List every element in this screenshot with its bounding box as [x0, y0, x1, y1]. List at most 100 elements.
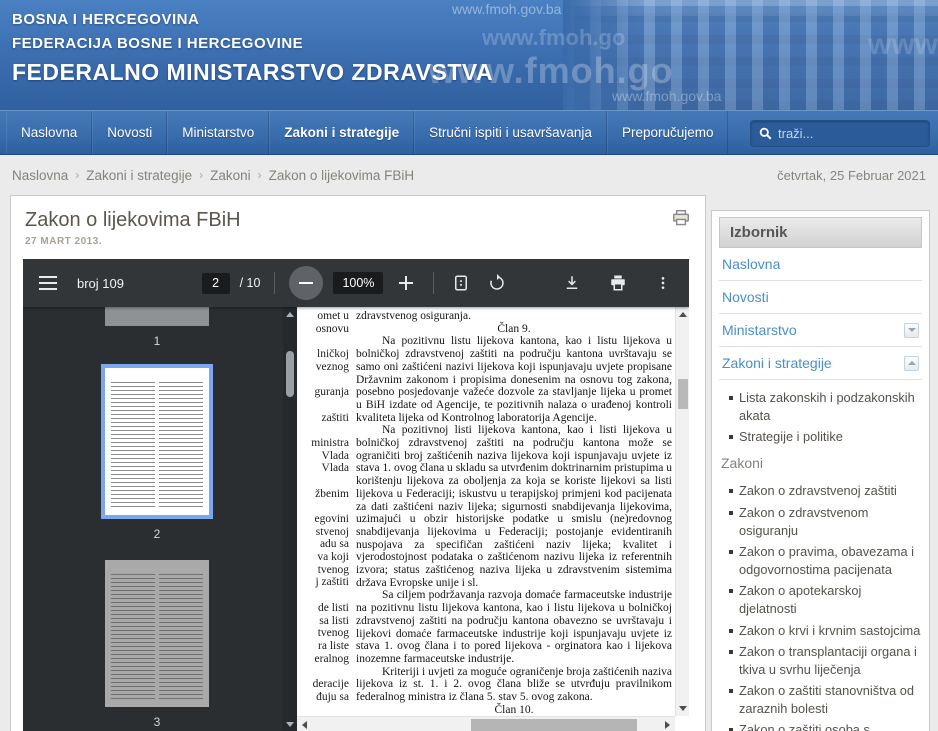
thumbnail-label: 3 — [105, 715, 209, 729]
chevron-up-icon — [908, 361, 916, 365]
nav-item-naslovna[interactable]: Naslovna — [6, 111, 92, 154]
pdf-left-column-fragment: stvenoj — [297, 526, 353, 539]
pdf-document-title: broj 109 — [77, 276, 124, 291]
sidebar-law-link[interactable]: Zakon o zdravstvenoj zaštiti — [727, 482, 922, 500]
pdf-left-column-fragment: ministra — [297, 437, 353, 450]
pdf-zoom-level: 100% — [333, 272, 383, 294]
breadcrumb-zakoni-i-strategije[interactable]: Zakoni i strategije — [86, 168, 192, 183]
site-logo-text: BOSNA I HERCEGOVINA FEDERACIJA BOSNE I H… — [12, 8, 493, 86]
pdf-vertical-scrollbar[interactable] — [675, 307, 689, 716]
search-input[interactable] — [778, 126, 921, 141]
main-navigation: Naslovna Novosti Ministarstvo Zakoni i s… — [0, 110, 938, 155]
header-country-line: BOSNA I HERCEGOVINA — [12, 8, 493, 32]
pdf-thumbnail-page-2-selected[interactable]: 2 — [105, 364, 209, 541]
pdf-article-heading: Član 10. — [356, 704, 672, 717]
sidebar-law-link[interactable]: Zakon o zaštiti osoba s duševnim smetnja… — [727, 721, 922, 731]
pdf-paragraph: Na pozitivnu listu lijekova kantona, kao… — [356, 335, 672, 424]
pdf-left-column-fragment: Vlada — [297, 450, 353, 463]
pdf-left-column-fragment: veznog — [297, 361, 353, 374]
scrollbar-thumb[interactable] — [286, 351, 294, 397]
nav-item-ministarstvo[interactable]: Ministarstvo — [167, 111, 269, 154]
collapse-button[interactable] — [904, 356, 919, 371]
print-article-icon — [672, 210, 690, 226]
scrollbar-thumb[interactable] — [678, 379, 688, 409]
toolbar-divider — [274, 272, 275, 294]
scroll-up-icon[interactable] — [679, 312, 687, 317]
sidebar-law-link[interactable]: Zakon o krvi i krvnim sastojcima — [727, 622, 922, 640]
breadcrumb-separator: › — [258, 168, 262, 182]
thumbnail-label: 1 — [105, 334, 209, 348]
zoom-out-button[interactable] — [289, 266, 323, 300]
scroll-down-icon[interactable] — [286, 722, 294, 727]
print-article-button[interactable] — [671, 210, 691, 228]
pdf-horizontal-scrollbar[interactable] — [297, 716, 675, 731]
download-icon — [563, 274, 581, 292]
breadcrumb-current-page: Zakon o lijekovima FBiH — [269, 168, 415, 183]
pdf-left-column-fragment: ra liste — [297, 640, 353, 653]
sidebar-law-link[interactable]: Zakon o pravima, obavezama i odgovornost… — [727, 543, 922, 579]
sidebar-sub-item[interactable]: Strategije i politike — [727, 428, 922, 446]
pdf-page-total: / 10 — [240, 276, 261, 290]
thumbnail-panel-scrollbar[interactable] — [283, 307, 297, 731]
article-card: Zakon o lijekovima FBiH 27 MART 2013. br… — [10, 195, 706, 731]
zoom-in-button[interactable] — [393, 270, 419, 296]
pdf-menu-button[interactable] — [35, 272, 61, 294]
pdf-article-heading: Član 9. — [356, 323, 672, 336]
sidebar-law-link[interactable]: Zakon o apotekarskoj djelatnosti — [727, 582, 922, 618]
scroll-up-icon[interactable] — [286, 312, 294, 317]
pdf-left-column-fragments: omet uosnovulničkojveznogguranjazaštitim… — [297, 310, 353, 703]
rotate-page-button[interactable] — [484, 270, 510, 296]
nav-item-zakoni-i-strategije[interactable]: Zakoni i strategije — [269, 111, 414, 154]
pdf-print-button[interactable] — [605, 270, 631, 296]
pdf-left-column-fragment: Vlada — [297, 462, 353, 475]
sidebar-law-link[interactable]: Zakon o transplantaciji organa i tkiva u… — [727, 643, 922, 679]
pdf-thumbnail-panel: 1 2 3 — [23, 307, 283, 731]
pdf-left-column-fragment: tvenog — [297, 564, 353, 577]
pdf-paragraph: Kriteriji i uvjeti za moguće ograničenje… — [356, 666, 672, 704]
pdf-left-column-fragment: osnovu — [297, 323, 353, 336]
sidebar-item-novosti[interactable]: Novosti — [719, 281, 922, 314]
fit-page-button[interactable] — [448, 270, 474, 296]
pdf-page-number-input[interactable] — [202, 273, 230, 294]
pdf-thumbnail-page-3[interactable]: 3 — [105, 560, 209, 729]
pdf-left-column-fragment: adu sa — [297, 538, 353, 551]
pdf-left-column-fragment: đuju sa — [297, 691, 353, 704]
pdf-viewer: broj 109 / 10 100% — [23, 259, 689, 731]
breadcrumb-zakoni[interactable]: Zakoni — [210, 168, 251, 183]
pdf-left-column-fragment — [297, 373, 353, 386]
more-options-button[interactable] — [651, 270, 675, 296]
sidebar-item-ministarstvo[interactable]: Ministarstvo — [719, 314, 922, 347]
pdf-left-column-fragment: guranja — [297, 386, 353, 399]
scroll-down-icon[interactable] — [679, 706, 687, 711]
sidebar-sub-item[interactable]: Lista zakonskih i podzakonskih akata — [727, 389, 922, 425]
pdf-toolbar: broj 109 / 10 100% — [23, 259, 689, 307]
sidebar-law-link[interactable]: Zakon o zaštiti stanovništva od zaraznih… — [727, 682, 922, 718]
nav-item-preporucujemo[interactable]: Preporučujemo — [607, 111, 729, 154]
download-button[interactable] — [559, 270, 585, 296]
sidebar-item-naslovna[interactable]: Naslovna — [719, 248, 922, 281]
rotate-icon — [488, 274, 506, 292]
search-box[interactable] — [750, 120, 930, 147]
pdf-left-column-fragment: lničkoj — [297, 348, 353, 361]
nav-item-novosti[interactable]: Novosti — [92, 111, 167, 154]
pdf-thumbnail-page-1[interactable]: 1 — [105, 307, 209, 348]
sidebar-item-zakoni[interactable]: Zakoni — [719, 453, 922, 473]
sidebar-title: Izbornik — [719, 217, 922, 248]
sidebar-item-zakoni-i-strategije[interactable]: Zakoni i strategije — [719, 347, 922, 380]
breadcrumb-naslovna[interactable]: Naslovna — [12, 168, 68, 183]
pdf-left-column-fragment — [297, 424, 353, 437]
scroll-left-icon[interactable] — [302, 721, 307, 729]
expand-button[interactable] — [904, 323, 919, 338]
nav-item-strucni-ispiti[interactable]: Stručni ispiti i usavršavanja — [414, 111, 607, 154]
scrollbar-thumb[interactable] — [471, 719, 637, 731]
fit-page-icon — [452, 274, 470, 292]
pdf-left-column-fragment: deracije — [297, 678, 353, 691]
header-ministry-line: FEDERALNO MINISTARSTVO ZDRAVSTVA — [12, 59, 493, 86]
scroll-right-icon[interactable] — [665, 721, 670, 729]
pdf-left-column-fragment: sa listi — [297, 615, 353, 628]
pdf-left-column-fragment: žbenim — [297, 488, 353, 501]
pdf-body: 1 2 3 — [23, 307, 689, 731]
page-title: Zakon o lijekovima FBiH — [25, 209, 241, 232]
sidebar-law-link[interactable]: Zakon o zdravstvenom osiguranju — [727, 504, 922, 540]
minus-icon — [299, 282, 313, 284]
